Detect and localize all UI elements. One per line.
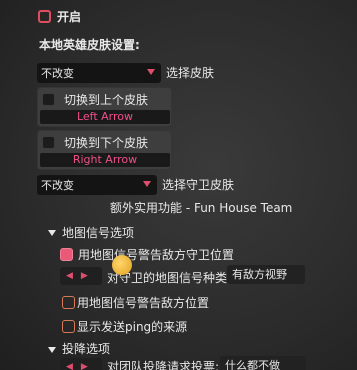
prev-skin-hotkey[interactable]: Left Arrow <box>40 110 170 124</box>
ping-type-value[interactable]: 有敌方视野 <box>227 265 305 284</box>
surrender-section-label[interactable]: 投降选项 <box>62 342 110 356</box>
skin-dropdown-value: 不改变 <box>41 67 74 80</box>
ward-skin-dropdown[interactable]: 不改变 <box>37 175 157 195</box>
enable-label: 开启 <box>57 10 82 24</box>
next-skin-checkbox[interactable] <box>42 136 55 149</box>
select-skin-label: 选择皮肤 <box>166 66 215 80</box>
show-source-label: 显示发送ping的来源 <box>77 320 188 334</box>
expand-triangle-icon[interactable] <box>48 230 56 236</box>
prev-skin-checkbox[interactable] <box>42 93 55 106</box>
warn-position-label: 用地图信号警告敌方位置 <box>77 296 210 310</box>
enable-checkbox[interactable] <box>38 10 51 23</box>
select-ward-skin-label: 选择守卫皮肤 <box>162 178 235 192</box>
show-source-checkbox[interactable] <box>62 320 75 333</box>
next-skin-label: 切换到下个皮肤 <box>64 136 149 150</box>
ward-skin-dropdown-value: 不改变 <box>41 179 74 192</box>
team-vote-arrows[interactable]: ◀▶ <box>60 358 102 370</box>
ping-type-arrows[interactable]: ◀▶ <box>60 267 102 285</box>
chevron-down-icon <box>147 69 155 75</box>
hand-cursor-icon <box>112 255 132 275</box>
extra-features-title: 额外实用功能 - Fun House Team <box>110 201 293 215</box>
warn-ward-label: 用地图信号警告敌方守卫位置 <box>78 248 235 262</box>
expand-triangle-icon[interactable] <box>48 347 56 353</box>
local-skin-heading: 本地英雄皮肤设置: <box>39 38 140 52</box>
next-skin-hotkey[interactable]: Right Arrow <box>40 153 170 167</box>
warn-position-checkbox[interactable] <box>62 296 75 309</box>
chevron-down-icon <box>143 181 151 187</box>
team-vote-value[interactable]: 什么都不做 <box>220 356 306 370</box>
prev-skin-label: 切换到上个皮肤 <box>64 93 149 107</box>
skin-dropdown[interactable]: 不改变 <box>37 63 161 83</box>
warn-ward-checkbox[interactable] <box>60 248 73 261</box>
map-ping-section-label[interactable]: 地图信号选项 <box>62 226 134 240</box>
settings-screen: 开启 本地英雄皮肤设置: 不改变 选择皮肤 切换到上个皮肤 Left Arrow… <box>0 0 357 370</box>
team-vote-label: 对团队投降请求投票: <box>107 360 220 370</box>
